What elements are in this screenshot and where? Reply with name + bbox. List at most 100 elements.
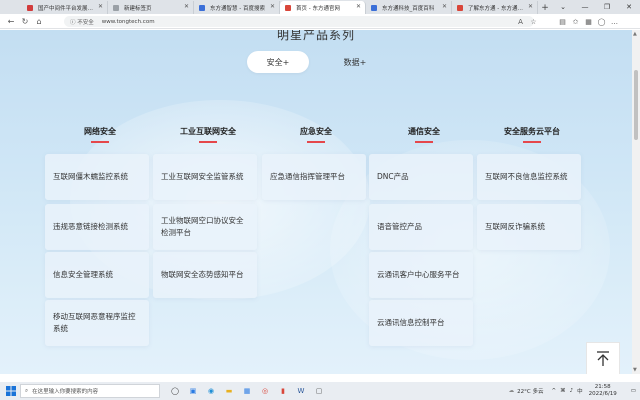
- home-button[interactable]: ⌂: [32, 14, 46, 28]
- product-card[interactable]: 信息安全管理系统: [45, 252, 149, 298]
- new-tab-button[interactable]: +: [538, 1, 552, 14]
- category-heading: 通信安全: [374, 126, 474, 143]
- maximize-button[interactable]: ❐: [596, 0, 618, 14]
- file-explorer-icon[interactable]: ▬: [220, 384, 238, 398]
- product-category-tabs: 安全+ 数据+: [0, 51, 632, 73]
- task-view-icon[interactable]: ◯: [166, 384, 184, 398]
- tab-favicon-icon: [27, 5, 33, 11]
- app-icon[interactable]: ▢: [310, 384, 328, 398]
- browser-tab[interactable]: 东方通智慧 - 百度搜索 ✕: [194, 1, 280, 14]
- browser-tab[interactable]: 东方通科技_百度百科 ✕: [366, 1, 452, 14]
- product-card[interactable]: 互联网僵木蠕监控系统: [45, 154, 149, 200]
- tab-title: 新建标签页: [124, 5, 152, 12]
- minimize-button[interactable]: —: [574, 0, 596, 14]
- product-name: 工业互联网安全监管系统: [161, 172, 244, 181]
- back-to-top-button[interactable]: [586, 342, 620, 374]
- search-icon: ⌕: [25, 387, 29, 394]
- window-controls: ⌄ — ❐ ✕: [552, 0, 640, 14]
- product-name: 信息安全管理系统: [53, 270, 113, 279]
- product-card[interactable]: 语音管控产品: [369, 204, 473, 250]
- chrome-icon[interactable]: ◎: [256, 384, 274, 398]
- tab-actions-icon[interactable]: ⌄: [552, 0, 574, 14]
- product-name: 语音管控产品: [377, 222, 422, 231]
- favorites-icon[interactable]: ✩: [569, 15, 582, 28]
- widgets-icon[interactable]: ▣: [184, 384, 202, 398]
- tab-favicon-icon: [113, 5, 119, 11]
- tab-favicon-icon: [371, 5, 377, 11]
- close-window-button[interactable]: ✕: [618, 0, 640, 14]
- product-card[interactable]: 违规恶意链接检测系统: [45, 204, 149, 250]
- close-tab-icon[interactable]: ✕: [442, 3, 447, 10]
- system-tray: ☁ 22°C 多云 ^ ⌘ ♪ 中 21:58 2022/6/19 ▭: [509, 382, 640, 400]
- taskbar-clock[interactable]: 21:58 2022/6/19: [589, 384, 617, 398]
- edge-browser-icon[interactable]: ◉: [202, 384, 220, 398]
- word-icon[interactable]: W: [292, 384, 310, 398]
- product-name: DNC产品: [377, 172, 409, 181]
- close-tab-icon[interactable]: ✕: [270, 3, 275, 10]
- weather-text[interactable]: 22°C 多云: [517, 387, 543, 395]
- tab-security[interactable]: 安全+: [247, 51, 309, 73]
- url-field[interactable]: ⓘ 不安全 www.tongtech.com: [64, 16, 534, 27]
- product-card[interactable]: 物联网安全态势感知平台: [153, 252, 257, 298]
- back-button[interactable]: ←: [4, 14, 18, 28]
- product-card[interactable]: 互联网不良信息监控系统: [477, 154, 581, 200]
- product-card[interactable]: 云通讯客户中心服务平台: [369, 252, 473, 298]
- product-card[interactable]: 移动互联网恶意程序监控系统: [45, 300, 149, 346]
- tab-title: 国产中间件平台发展研究的...: [38, 5, 95, 12]
- address-bar: ← ↻ ⌂ ⓘ 不安全 www.tongtech.com A ☆ ▤ ✩ ▦ ◯…: [0, 14, 640, 29]
- product-name: 云通讯信息控制平台: [377, 318, 445, 327]
- close-tab-icon[interactable]: ✕: [98, 3, 103, 10]
- browser-tab[interactable]: 了解东方通 - 东方通官网 ✕: [452, 1, 538, 14]
- collections-icon[interactable]: ▤: [556, 15, 569, 28]
- browser-tab[interactable]: 首页 - 东方通官网 ✕: [280, 1, 366, 14]
- store-icon[interactable]: ▦: [238, 384, 256, 398]
- more-menu-icon[interactable]: …: [608, 15, 621, 28]
- volume-icon[interactable]: ♪: [570, 388, 574, 394]
- tab-favicon-icon: [199, 5, 205, 11]
- heading-underline: [199, 141, 217, 143]
- taskbar-search-input[interactable]: ⌕ 在这里输入你要搜索的内容: [20, 384, 160, 398]
- close-tab-icon[interactable]: ✕: [528, 3, 533, 10]
- refresh-button[interactable]: ↻: [18, 14, 32, 28]
- arrow-up-icon: [597, 351, 609, 366]
- heading-underline: [415, 141, 433, 143]
- page-scrollbar[interactable]: ▲ ▼: [632, 30, 640, 374]
- scroll-up-icon[interactable]: ▲: [633, 31, 637, 37]
- close-tab-icon[interactable]: ✕: [356, 3, 361, 10]
- section-title: 明星产品系列: [276, 30, 355, 42]
- product-name: 移动互联网恶意程序监控系统: [53, 312, 136, 333]
- product-name: 违规恶意链接检测系统: [53, 222, 128, 231]
- product-name: 互联网反诈骗系统: [485, 222, 545, 231]
- product-card[interactable]: 云通讯信息控制平台: [369, 300, 473, 346]
- close-tab-icon[interactable]: ✕: [184, 3, 189, 10]
- read-aloud-icon[interactable]: A: [514, 15, 527, 28]
- category-heading: 网络安全: [50, 126, 150, 143]
- weather-icon[interactable]: ☁: [509, 388, 515, 394]
- category-heading: 安全服务云平台: [482, 126, 582, 143]
- not-secure-indicator[interactable]: ⓘ 不安全: [70, 18, 94, 26]
- category-heading: 工业互联网安全: [158, 126, 258, 143]
- product-card[interactable]: 应急通信指挥管理平台: [262, 154, 366, 200]
- extensions-icon[interactable]: ▦: [582, 15, 595, 28]
- profile-icon[interactable]: ◯: [595, 15, 608, 28]
- product-card[interactable]: 互联网反诈骗系统: [477, 204, 581, 250]
- tab-title: 首页 - 东方通官网: [296, 5, 340, 12]
- browser-tab[interactable]: 国产中间件平台发展研究的...✕: [22, 1, 108, 14]
- tray-arrow-icon[interactable]: ^: [551, 388, 556, 394]
- product-card[interactable]: 工业互联网安全监管系统: [153, 154, 257, 200]
- scrollbar-thumb[interactable]: [634, 70, 638, 140]
- favorite-star-icon[interactable]: ☆: [527, 15, 540, 28]
- browser-tab[interactable]: 新建标签页 ✕: [108, 1, 194, 14]
- tab-favicon-icon: [285, 5, 291, 11]
- ime-indicator[interactable]: 中: [577, 387, 583, 395]
- windows-start-icon[interactable]: [6, 386, 16, 396]
- tab-data[interactable]: 数据+: [330, 51, 380, 73]
- product-name: 互联网僵木蠕监控系统: [53, 172, 128, 181]
- wps-icon[interactable]: ▮: [274, 384, 292, 398]
- network-icon[interactable]: ⌘: [560, 388, 566, 394]
- product-card[interactable]: 工业物联网空口协议安全检测平台: [153, 204, 257, 250]
- scroll-down-icon[interactable]: ▼: [633, 367, 637, 373]
- product-card[interactable]: DNC产品: [369, 154, 473, 200]
- windows-taskbar: ⌕ 在这里输入你要搜索的内容 ◯ ▣ ◉ ▬ ▦ ◎ ▮ W ▢ ☁ 22°C …: [0, 382, 640, 400]
- notification-icon[interactable]: ▭: [631, 388, 636, 394]
